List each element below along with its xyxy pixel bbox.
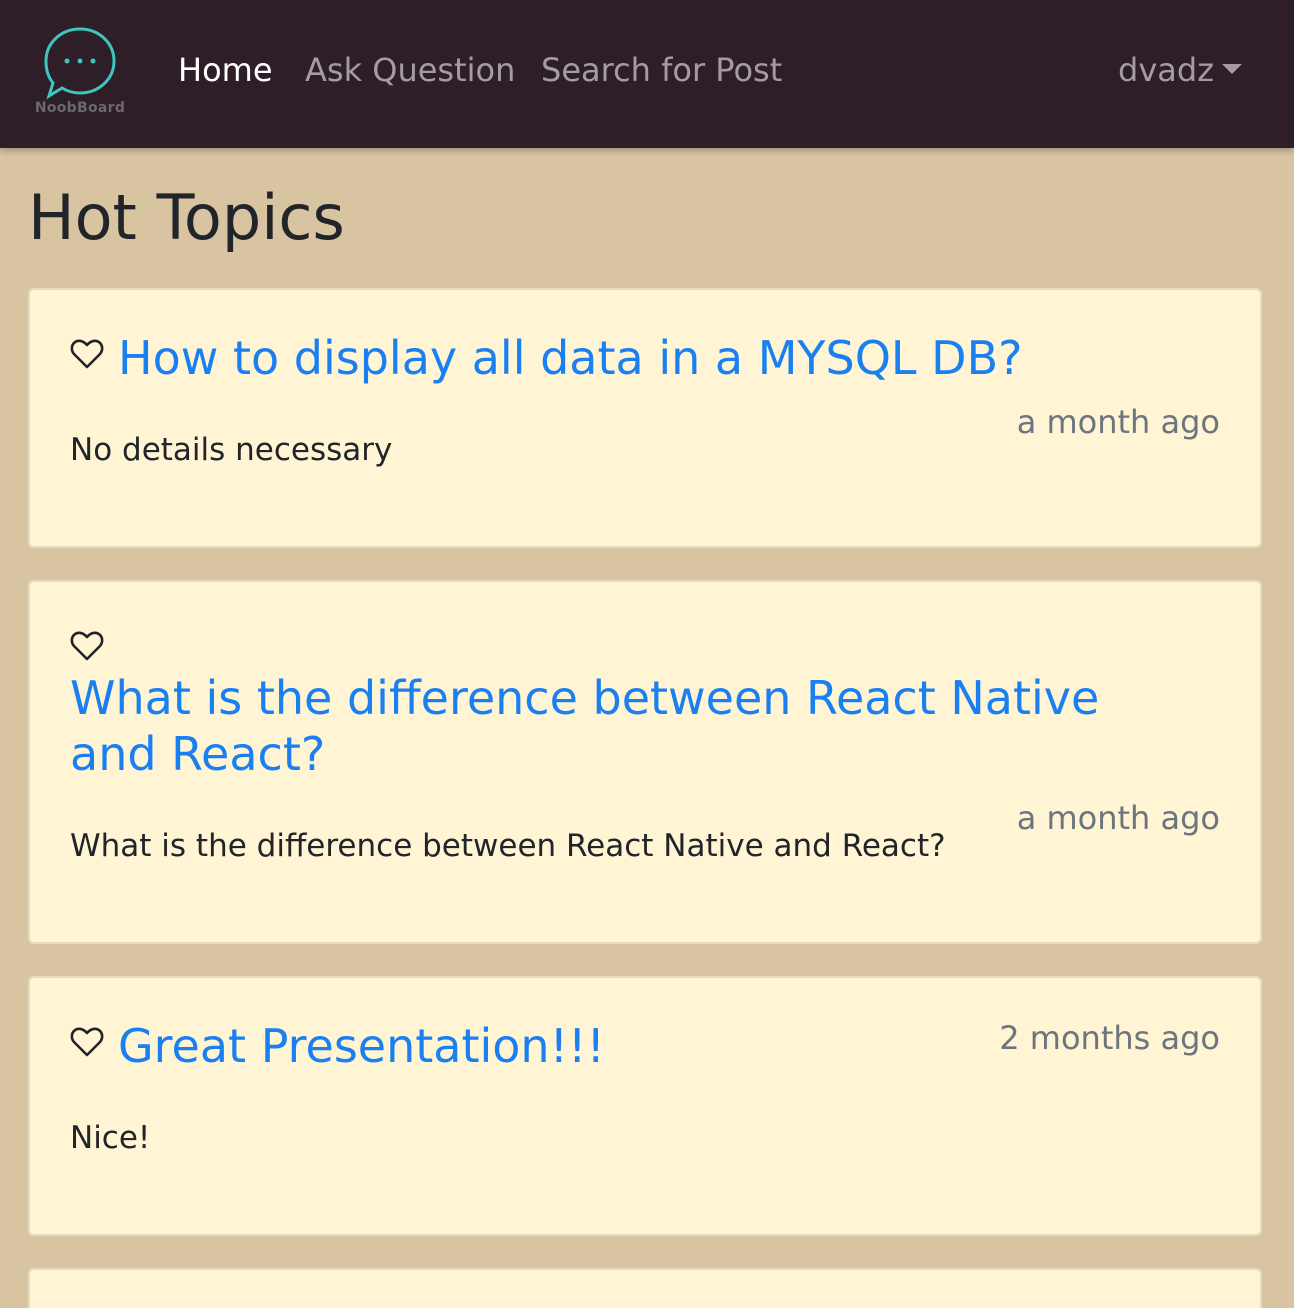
heart-icon[interactable] xyxy=(70,1026,104,1058)
heart-icon[interactable] xyxy=(70,338,104,370)
nav-search-post-link[interactable]: Search for Post xyxy=(541,50,782,90)
post-title-link[interactable]: Great Presentation!!! xyxy=(118,1018,605,1074)
post-body: Nice! xyxy=(70,1120,151,1156)
user-dropdown[interactable]: dvadz xyxy=(1118,50,1242,90)
heart-icon[interactable] xyxy=(70,630,104,662)
page-title: Hot Topics xyxy=(28,181,345,254)
post-time: a month ago xyxy=(1016,799,1220,837)
post-body: What is the difference between React Nat… xyxy=(70,828,946,864)
chat-bubble-logo-icon xyxy=(44,27,116,100)
post-card: How to display all data in a MYSQL DB? a… xyxy=(28,288,1262,548)
post-card: Great Presentation!!! 2 months ago Nice! xyxy=(28,976,1262,1236)
post-title-link[interactable]: What is the difference between React Nat… xyxy=(70,670,1170,782)
navbar: NoobBoard Home Ask Question Search for P… xyxy=(0,0,1294,148)
noobboard-logo[interactable]: NoobBoard xyxy=(30,26,130,121)
caret-down-icon xyxy=(1222,64,1242,74)
post-card-partial xyxy=(28,1268,1262,1308)
post-title-link[interactable]: How to display all data in a MYSQL DB? xyxy=(118,330,1023,386)
logo-text: NoobBoard xyxy=(34,100,126,116)
post-time: a month ago xyxy=(1016,403,1220,441)
nav-ask-question-link[interactable]: Ask Question xyxy=(305,50,515,90)
user-name: dvadz xyxy=(1118,51,1214,89)
post-time: 2 months ago xyxy=(999,1019,1220,1057)
post-body: No details necessary xyxy=(70,432,393,468)
nav-home-link[interactable]: Home xyxy=(178,50,273,90)
post-card: What is the difference between React Nat… xyxy=(28,580,1262,944)
